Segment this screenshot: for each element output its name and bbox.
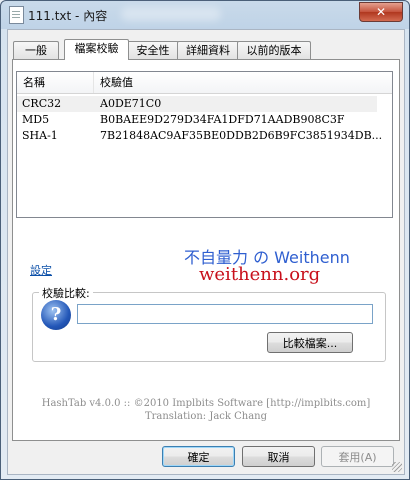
- hash-list[interactable]: 名稱 校驗值 CRC32 A0DE71C0 MD5 B0BAEE9D279D34…: [16, 71, 393, 218]
- tab-previous-versions[interactable]: 以前的版本: [237, 41, 311, 59]
- tab-security[interactable]: 安全性: [127, 41, 179, 59]
- window-title: 111.txt - 內容: [28, 9, 108, 23]
- column-header-name[interactable]: 名稱: [17, 72, 94, 93]
- hash-row-sha1[interactable]: SHA-1 7B21848AC9AF35BE0DDB2D6B9FC3851934…: [17, 128, 382, 144]
- watermark-url: weithenn.org: [199, 264, 321, 285]
- close-button[interactable]: ✕: [359, 2, 403, 22]
- settings-link[interactable]: 設定: [30, 262, 52, 278]
- hash-row-md5[interactable]: MD5 B0BAEE9D279D34FA1DFD71AADB908C3F: [17, 112, 377, 128]
- footer-credits: HashTab v4.0.0 :: ©2010 Implbits Softwar…: [41, 398, 371, 409]
- hash-list-header: 名稱 校驗值: [17, 72, 392, 94]
- column-header-value[interactable]: 校驗值: [94, 72, 380, 93]
- compare-file-button[interactable]: 比較檔案...: [267, 332, 353, 353]
- resize-grip[interactable]: [392, 462, 402, 472]
- title-bar[interactable]: 111.txt - 內容 ✕: [1, 1, 409, 29]
- dialog-client: 一般 檔案校驗 安全性 詳細資料 以前的版本 名稱 校驗值 CRC32 A0DE…: [7, 29, 405, 475]
- hash-value: 7B21848AC9AF35BE0DDB2D6B9FC3851934DB...: [100, 129, 383, 142]
- question-icon: ?: [41, 300, 71, 330]
- hash-value: A0DE71C0: [100, 97, 162, 110]
- tab-details[interactable]: 詳細資料: [177, 41, 239, 59]
- tab-file-hashes[interactable]: 檔案校驗: [64, 39, 129, 60]
- hash-value: B0BAEE9D279D34FA1DFD71AADB908C3F: [100, 113, 345, 126]
- title-glow: [121, 7, 221, 21]
- hash-compare-label: 校驗比較:: [39, 285, 93, 301]
- apply-button[interactable]: 套用(A): [321, 446, 394, 467]
- footer-translation: Translation: Jack Chang: [144, 411, 268, 422]
- file-icon: [9, 6, 24, 24]
- file-hashes-panel: 名稱 校驗值 CRC32 A0DE71C0 MD5 B0BAEE9D279D34…: [12, 59, 400, 441]
- hash-compare-input[interactable]: [77, 304, 373, 324]
- hash-name: MD5: [22, 113, 50, 126]
- hash-row-crc32[interactable]: CRC32 A0DE71C0: [17, 96, 377, 112]
- hash-name: CRC32: [22, 97, 62, 110]
- properties-window: 111.txt - 內容 ✕ 一般 檔案校驗 安全性 詳細資料 以前的版本 名稱…: [0, 0, 410, 480]
- tab-general[interactable]: 一般: [13, 41, 59, 59]
- cancel-button[interactable]: 取消: [242, 446, 315, 467]
- ok-button[interactable]: 確定: [162, 446, 235, 467]
